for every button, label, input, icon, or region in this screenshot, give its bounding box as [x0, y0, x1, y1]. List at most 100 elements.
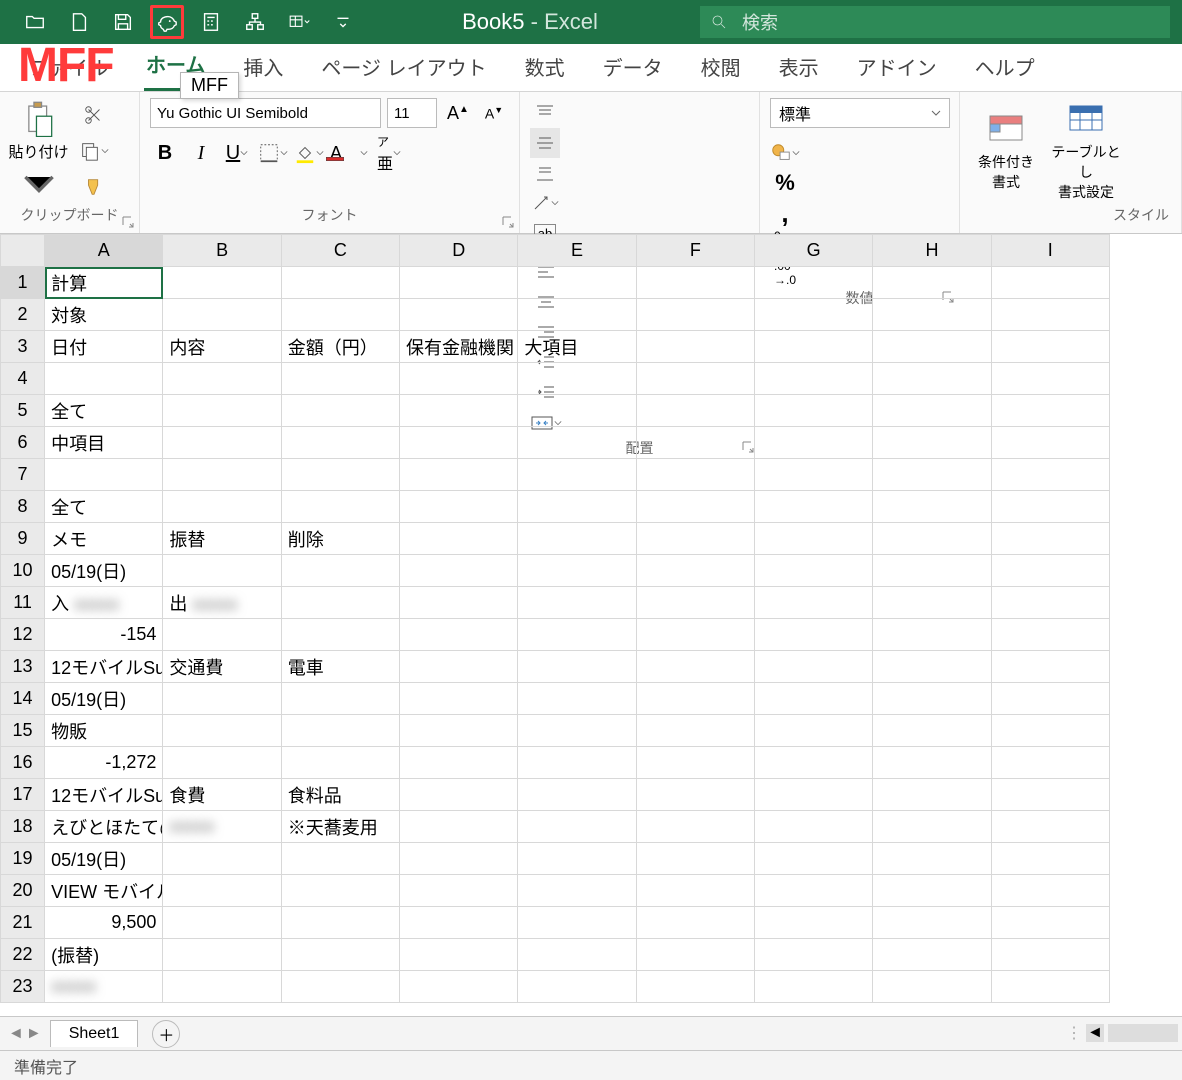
cell-I17[interactable]	[991, 779, 1109, 811]
cell-D6[interactable]	[400, 427, 518, 459]
cell-C18[interactable]: ※天蕎麦用	[281, 811, 399, 843]
cell-D8[interactable]	[400, 491, 518, 523]
cell-D18[interactable]	[400, 811, 518, 843]
cell-C16[interactable]	[281, 747, 399, 779]
cell-B8[interactable]	[163, 491, 281, 523]
cell-I7[interactable]	[991, 459, 1109, 491]
cell-F18[interactable]	[636, 811, 754, 843]
format-as-table-button[interactable]: テーブルとし 書式設定	[1050, 102, 1122, 202]
cell-G14[interactable]	[754, 683, 872, 715]
cell-H4[interactable]	[873, 363, 991, 395]
cell-F23[interactable]	[636, 971, 754, 1003]
cell-I2[interactable]	[991, 299, 1109, 331]
cell-E16[interactable]	[518, 747, 636, 779]
col-header-D[interactable]: D	[400, 235, 518, 267]
font-launcher[interactable]	[501, 215, 515, 229]
cell-G2[interactable]	[754, 299, 872, 331]
cell-G7[interactable]	[754, 459, 872, 491]
row-header-2[interactable]: 2	[1, 299, 45, 331]
cell-G15[interactable]	[754, 715, 872, 747]
cell-G13[interactable]	[754, 651, 872, 683]
cell-G5[interactable]	[754, 395, 872, 427]
cell-I14[interactable]	[991, 683, 1109, 715]
cell-B13[interactable]: 交通費	[163, 651, 281, 683]
cell-I9[interactable]	[991, 523, 1109, 555]
cell-C2[interactable]	[281, 299, 399, 331]
cell-I13[interactable]	[991, 651, 1109, 683]
cell-C19[interactable]	[281, 843, 399, 875]
row-header-17[interactable]: 17	[1, 779, 45, 811]
cell-F9[interactable]	[636, 523, 754, 555]
cell-F19[interactable]	[636, 843, 754, 875]
italic-button[interactable]: I	[186, 138, 216, 168]
cell-I18[interactable]	[991, 811, 1109, 843]
cell-F10[interactable]	[636, 555, 754, 587]
qat-customize-icon[interactable]	[326, 5, 360, 39]
font-name-select[interactable]	[150, 98, 381, 128]
cell-C14[interactable]	[281, 683, 399, 715]
cell-C20[interactable]	[281, 875, 399, 907]
cell-G8[interactable]	[754, 491, 872, 523]
cell-B19[interactable]	[163, 843, 281, 875]
row-header-14[interactable]: 14	[1, 683, 45, 715]
cell-F4[interactable]	[636, 363, 754, 395]
cell-I20[interactable]	[991, 875, 1109, 907]
accounting-format-icon[interactable]	[770, 138, 800, 168]
cell-H2[interactable]	[873, 299, 991, 331]
number-format-select[interactable]: 標準	[770, 98, 950, 128]
cell-H22[interactable]	[873, 939, 991, 971]
cell-C4[interactable]	[281, 363, 399, 395]
format-painter-icon[interactable]	[79, 172, 109, 202]
cell-E11[interactable]	[518, 587, 636, 619]
select-all-corner[interactable]	[1, 235, 45, 267]
cell-A16[interactable]: -1,272	[45, 747, 163, 779]
tab-データ[interactable]: データ	[601, 42, 665, 91]
cell-C22[interactable]	[281, 939, 399, 971]
border-button[interactable]	[258, 138, 288, 168]
cell-I10[interactable]	[991, 555, 1109, 587]
cell-D17[interactable]	[400, 779, 518, 811]
cell-A20[interactable]: VIEW モバイル	[45, 875, 163, 907]
row-header-10[interactable]: 10	[1, 555, 45, 587]
cell-B23[interactable]	[163, 971, 281, 1003]
cell-B7[interactable]	[163, 459, 281, 491]
cell-H7[interactable]	[873, 459, 991, 491]
spreadsheet-grid[interactable]: ABCDEFGHI1計算2対象3日付内容金額（円）保有金融機関大項目45全て6中…	[0, 234, 1182, 1016]
row-header-8[interactable]: 8	[1, 491, 45, 523]
cell-A23[interactable]: xxxxx	[45, 971, 163, 1003]
cell-F8[interactable]	[636, 491, 754, 523]
row-header-22[interactable]: 22	[1, 939, 45, 971]
cell-D15[interactable]	[400, 715, 518, 747]
phonetic-button[interactable]: ア亜	[374, 138, 404, 168]
cell-B18[interactable]: xxxxx	[163, 811, 281, 843]
cell-I12[interactable]	[991, 619, 1109, 651]
cell-B4[interactable]	[163, 363, 281, 395]
cell-F11[interactable]	[636, 587, 754, 619]
cell-D4[interactable]	[400, 363, 518, 395]
cell-G4[interactable]	[754, 363, 872, 395]
cell-F14[interactable]	[636, 683, 754, 715]
cell-F5[interactable]	[636, 395, 754, 427]
row-header-23[interactable]: 23	[1, 971, 45, 1003]
hierarchy-icon[interactable]	[238, 5, 272, 39]
cell-A9[interactable]: メモ	[45, 523, 163, 555]
cell-G19[interactable]	[754, 843, 872, 875]
cell-C17[interactable]: 食料品	[281, 779, 399, 811]
cell-I21[interactable]	[991, 907, 1109, 939]
cell-B9[interactable]: 振替	[163, 523, 281, 555]
cell-B21[interactable]	[163, 907, 281, 939]
cell-A13[interactable]: 12モバイルSu	[45, 651, 163, 683]
cell-G1[interactable]	[754, 267, 872, 299]
cell-F22[interactable]	[636, 939, 754, 971]
cell-E9[interactable]	[518, 523, 636, 555]
cell-H18[interactable]	[873, 811, 991, 843]
cell-D11[interactable]	[400, 587, 518, 619]
cell-I23[interactable]	[991, 971, 1109, 1003]
cell-F17[interactable]	[636, 779, 754, 811]
cell-H1[interactable]	[873, 267, 991, 299]
clipboard-launcher[interactable]	[121, 215, 135, 229]
fill-color-button[interactable]	[294, 138, 324, 168]
bold-button[interactable]: B	[150, 138, 180, 168]
row-header-11[interactable]: 11	[1, 587, 45, 619]
cell-H12[interactable]	[873, 619, 991, 651]
